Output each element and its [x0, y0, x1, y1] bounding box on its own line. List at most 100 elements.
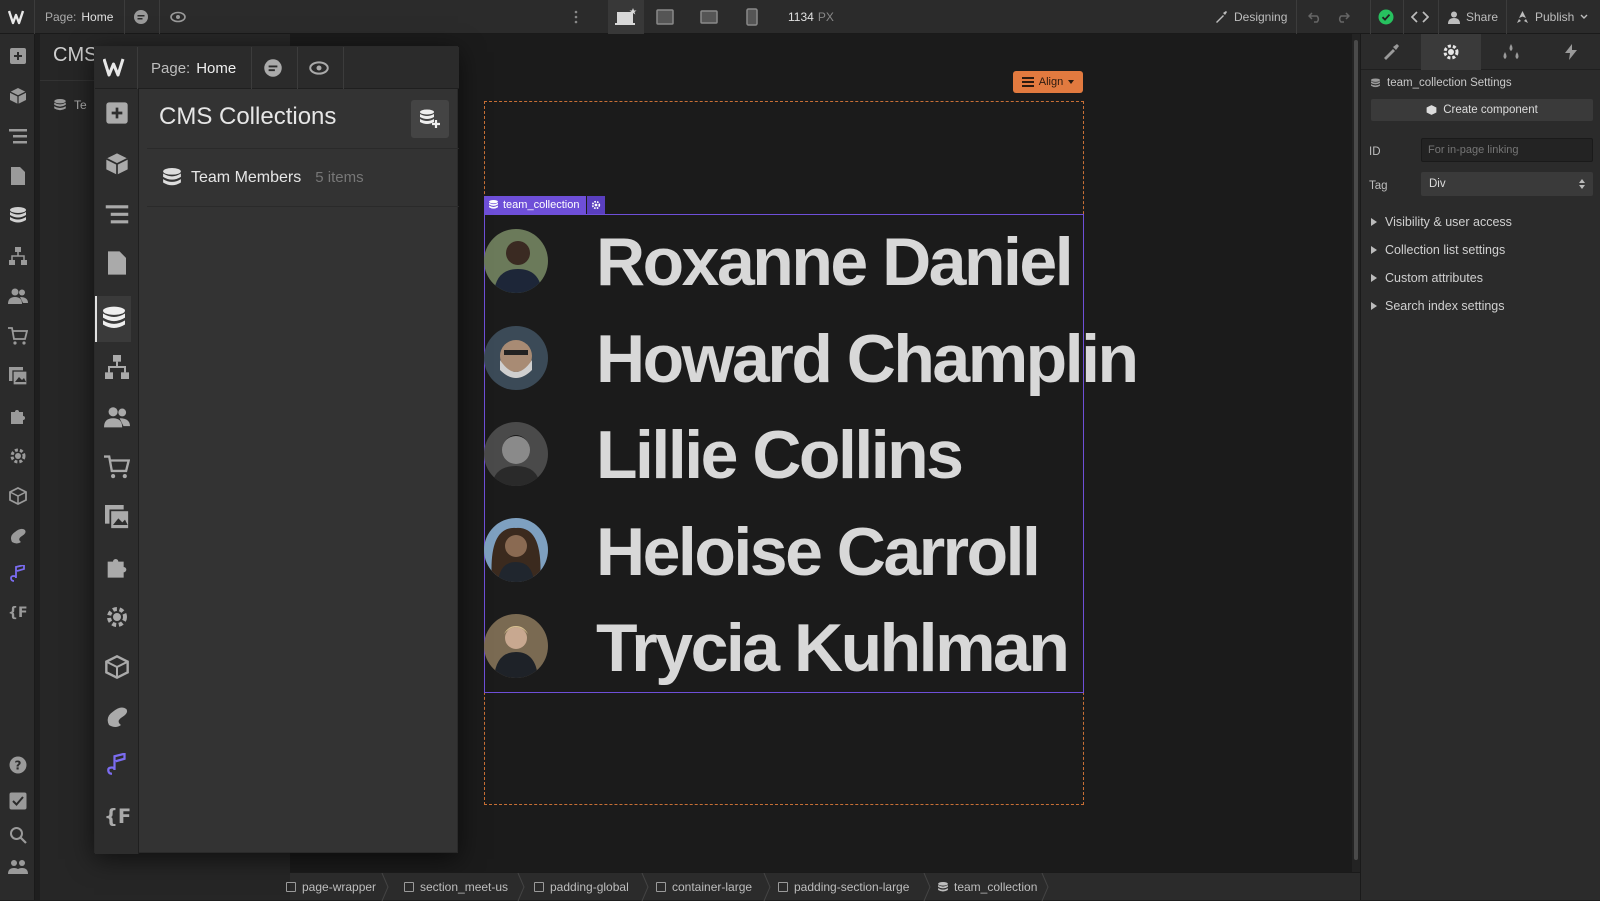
ai-assistant-icon[interactable]	[103, 751, 131, 779]
add-elements-icon[interactable]	[7, 45, 28, 66]
breadcrumb-separator	[763, 873, 771, 901]
redo-icon[interactable]	[1336, 0, 1350, 34]
pages-icon[interactable]	[7, 165, 28, 186]
section-search-index-settings[interactable]: Search index settings	[1371, 299, 1505, 313]
status-check-icon[interactable]	[1378, 0, 1394, 34]
assets-icon[interactable]	[7, 365, 28, 386]
breakpoint-mobile-icon[interactable]	[746, 0, 758, 34]
assets-icon[interactable]	[103, 503, 131, 531]
page-selector[interactable]: Page: Home	[151, 47, 236, 89]
settings-gear-icon[interactable]	[103, 603, 131, 631]
breadcrumb-label: team_collection	[954, 880, 1038, 894]
id-label: ID	[1369, 146, 1381, 158]
collaborators-icon[interactable]	[7, 856, 28, 877]
webflow-logo[interactable]	[103, 56, 129, 78]
selection-settings-gear-icon[interactable]	[587, 196, 606, 214]
section-custom-attributes[interactable]: Custom attributes	[1371, 271, 1483, 285]
breadcrumb-item[interactable]: padding-global	[534, 873, 629, 901]
bg-panel-row-label: Te	[74, 98, 87, 112]
settings-gear-icon[interactable]	[1421, 34, 1481, 70]
ecommerce-cart-icon[interactable]	[103, 453, 131, 481]
selection-tag[interactable]: team_collection	[484, 196, 606, 214]
style-manager-icon[interactable]	[103, 703, 131, 731]
variables-icon[interactable]: {F	[103, 801, 131, 829]
components-icon[interactable]	[7, 85, 28, 106]
libraries-icon[interactable]	[7, 485, 28, 506]
breadcrumb-item[interactable]: page-wrapper	[286, 873, 376, 901]
page-label: Page:	[45, 10, 77, 24]
align-label: Align	[1038, 76, 1064, 88]
more-options-icon[interactable]	[574, 0, 578, 34]
id-input[interactable]	[1421, 138, 1593, 162]
add-collection-button[interactable]	[411, 100, 449, 138]
add-database-icon	[420, 109, 440, 128]
tag-select[interactable]: Div	[1421, 172, 1593, 196]
add-elements-icon[interactable]	[103, 99, 131, 127]
ecommerce-cart-icon[interactable]	[7, 325, 28, 346]
mode-designing[interactable]: Designing	[1214, 0, 1287, 34]
comments-icon[interactable]	[133, 0, 149, 34]
rocket-icon	[1517, 10, 1528, 23]
style-manager-icon[interactable]	[7, 525, 28, 546]
navigator-icon[interactable]	[103, 200, 131, 228]
style-brush-icon[interactable]	[1361, 34, 1421, 70]
section-label: Collection list settings	[1385, 243, 1506, 257]
svg-text:{F: {F	[8, 605, 28, 620]
tasks-checkbox-icon[interactable]	[7, 790, 28, 811]
navigator-icon[interactable]	[7, 125, 28, 146]
create-component-button[interactable]: Create component	[1371, 99, 1593, 121]
canvas-width[interactable]: 1134 PX	[788, 0, 834, 34]
page-selector[interactable]: Page: Home	[45, 0, 113, 34]
tag-label: Tag	[1369, 180, 1388, 192]
preview-eye-icon[interactable]	[170, 0, 186, 34]
svg-text:{F: {F	[104, 805, 130, 826]
breadcrumb-item[interactable]: container-large	[656, 873, 752, 901]
caret-right-icon	[1371, 302, 1377, 310]
section-collection-list-settings[interactable]: Collection list settings	[1371, 243, 1505, 257]
comments-icon[interactable]	[263, 58, 283, 78]
cms-icon[interactable]	[7, 205, 28, 226]
share-button[interactable]: Share	[1448, 0, 1498, 34]
caret-right-icon	[1371, 218, 1377, 226]
preview-eye-icon[interactable]	[309, 58, 329, 78]
components-icon[interactable]	[103, 150, 131, 178]
users-icon[interactable]	[103, 403, 131, 431]
element-box-icon	[778, 882, 788, 892]
undo-icon[interactable]	[1308, 0, 1322, 34]
canvas-scrollbar[interactable]	[1352, 34, 1360, 872]
publish-button[interactable]: Publish	[1516, 0, 1588, 34]
chevron-down-icon	[1580, 14, 1588, 19]
breadcrumb-item[interactable]: section_meet-us	[404, 873, 508, 901]
collection-item-team-members[interactable]: Team Members 5 items	[147, 149, 459, 207]
users-icon[interactable]	[7, 285, 28, 306]
breadcrumb-separator	[381, 873, 389, 901]
libraries-icon[interactable]	[103, 653, 131, 681]
apps-icon[interactable]	[103, 553, 131, 581]
breadcrumb-item-current[interactable]: team_collection	[938, 873, 1037, 901]
section-label: Visibility & user access	[1385, 215, 1512, 229]
style-manager-drops-icon[interactable]	[1481, 34, 1541, 70]
breakpoint-desktop-icon[interactable]	[608, 0, 644, 34]
interactions-lightning-icon[interactable]	[1541, 34, 1600, 70]
search-icon[interactable]	[7, 824, 28, 845]
align-button[interactable]: Align	[1013, 71, 1083, 93]
breakpoint-tablet-icon[interactable]	[700, 0, 718, 34]
cms-icon[interactable]	[95, 296, 131, 342]
help-icon[interactable]: ?	[7, 754, 28, 775]
webflow-logo[interactable]	[8, 0, 28, 34]
database-icon	[163, 167, 181, 185]
logic-icon[interactable]	[7, 245, 28, 266]
ai-assistant-icon[interactable]	[7, 563, 28, 584]
apps-icon[interactable]	[7, 405, 28, 426]
logic-icon[interactable]	[103, 353, 131, 381]
settings-gear-icon[interactable]	[7, 445, 28, 466]
panel-header-bar: Page: Home	[95, 47, 459, 89]
code-icon[interactable]	[1411, 0, 1429, 34]
breadcrumb-item[interactable]: padding-section-large	[778, 873, 909, 901]
section-visibility[interactable]: Visibility & user access	[1371, 215, 1512, 229]
pages-icon[interactable]	[103, 249, 131, 277]
breakpoint-tablet-landscape-icon[interactable]	[656, 0, 674, 34]
breadcrumb-label: section_meet-us	[420, 880, 509, 894]
variables-icon[interactable]: {F	[7, 601, 28, 622]
cms-panel-header: CMS Collections	[147, 89, 459, 149]
